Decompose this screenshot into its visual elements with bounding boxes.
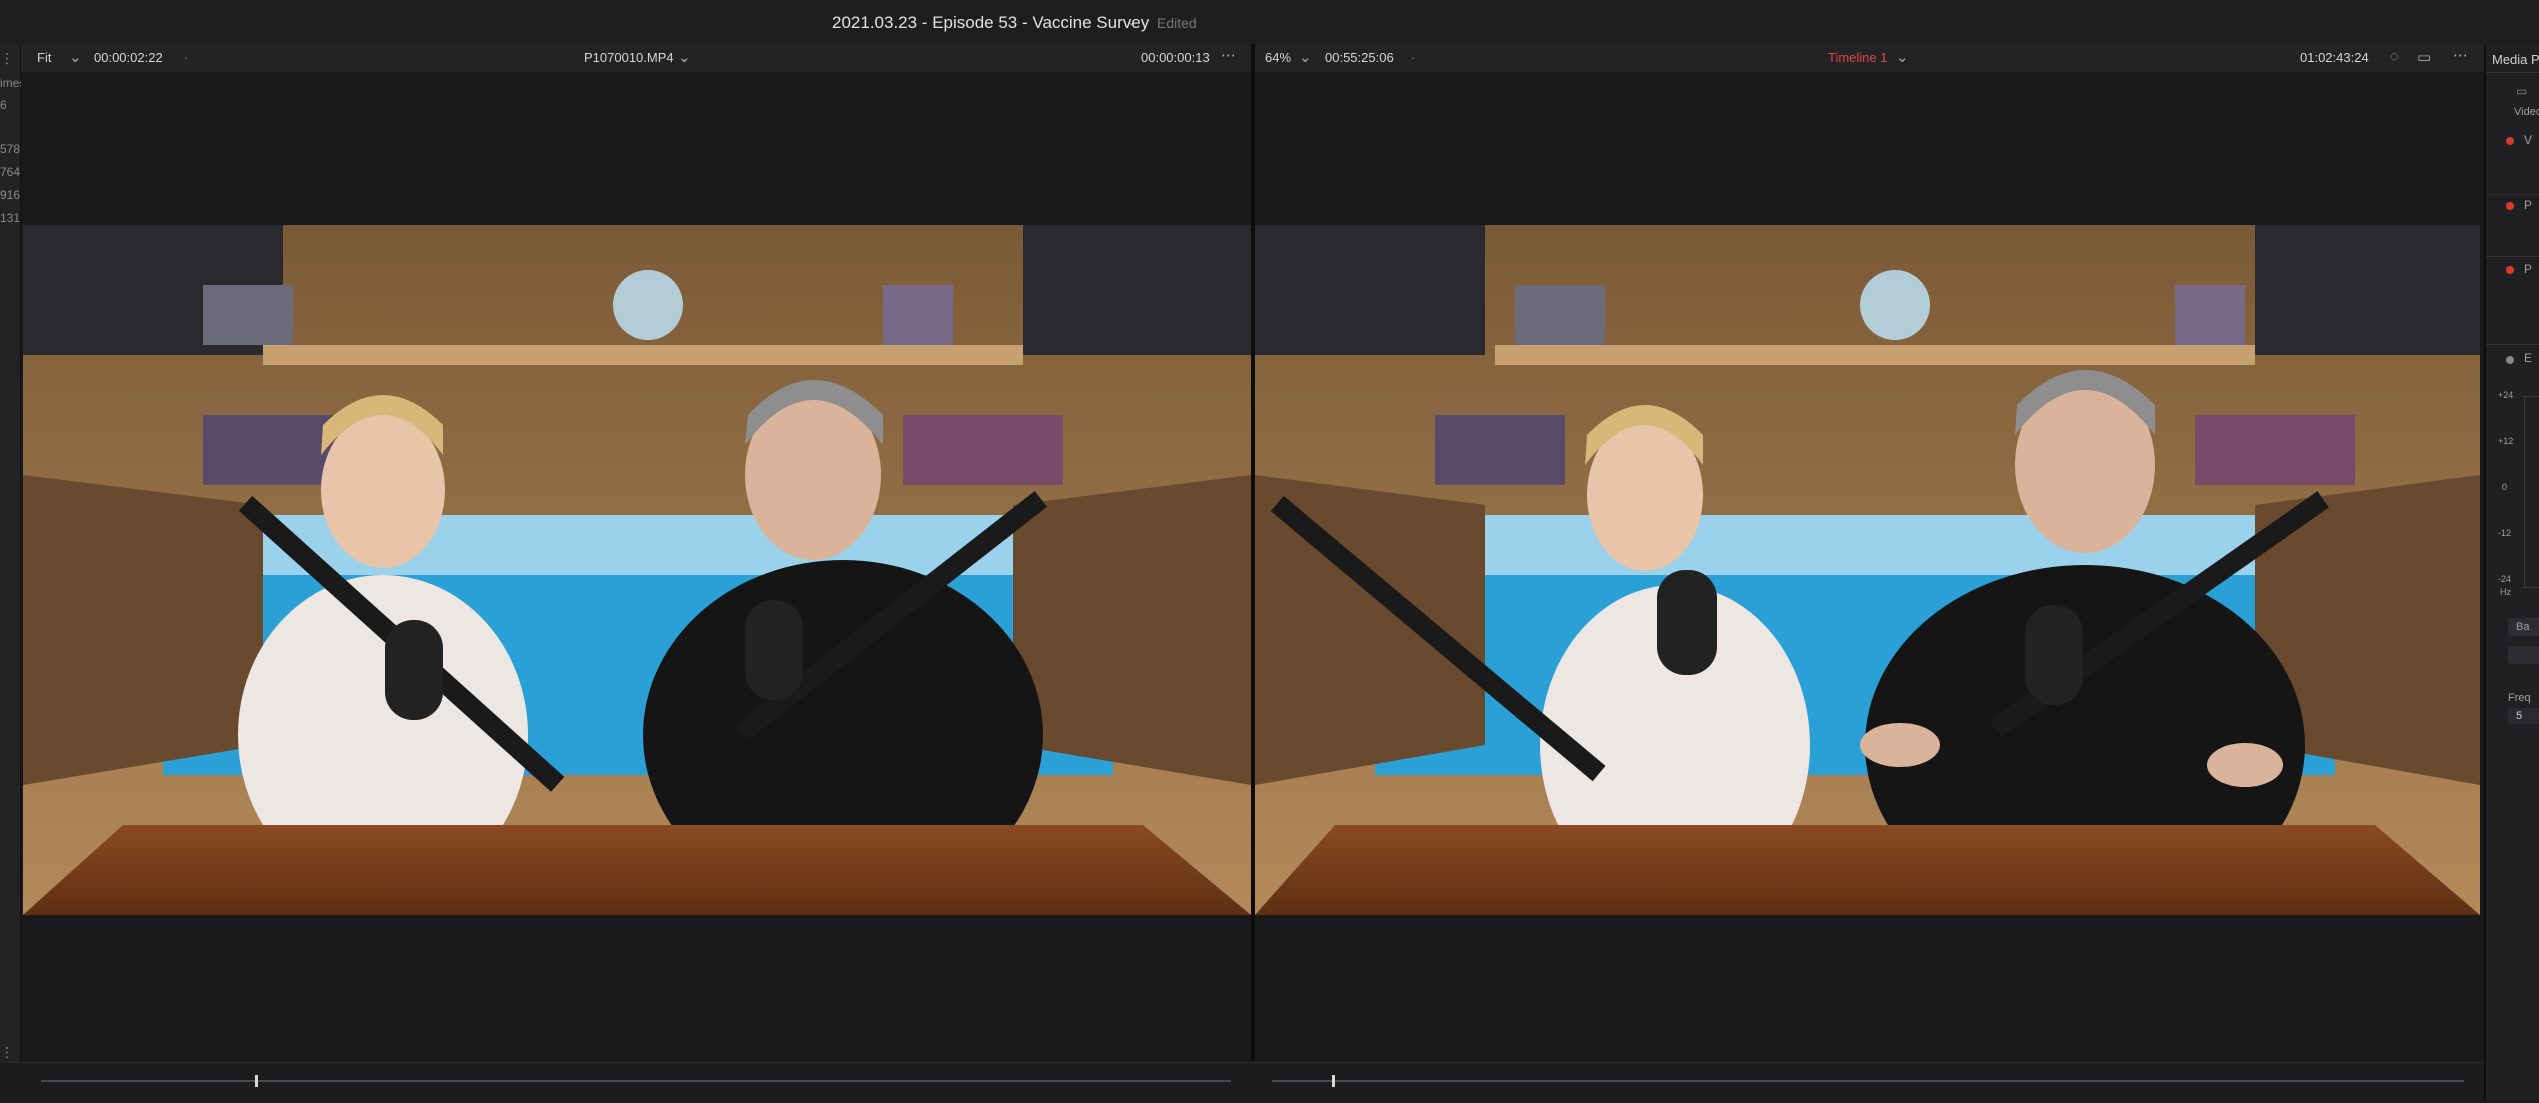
list-item: 916 [0, 188, 21, 202]
track-label: V [2524, 133, 2533, 147]
panel-icon[interactable]: ▭ [2516, 84, 2527, 98]
more-icon[interactable]: ⋮ [0, 50, 14, 67]
list-item: 764 [0, 165, 21, 179]
scrub-band [0, 1062, 2484, 1103]
color-wheel-icon[interactable]: ◌ [2390, 48, 2399, 65]
track-enable-dot[interactable] [2506, 202, 2514, 210]
band-select[interactable] [2508, 646, 2539, 664]
podcast-scene-image [1255, 225, 2480, 915]
project-title[interactable]: 2021.03.23 - Episode 53 - Vaccine Survey [832, 13, 1149, 33]
eq-label: E [2524, 351, 2533, 365]
chevron-down-icon[interactable]: ⌄ [1896, 48, 1909, 66]
chevron-down-icon[interactable]: ⌄ [678, 48, 691, 66]
timeline-video-frame[interactable] [1255, 225, 2480, 915]
source-video-frame[interactable] [23, 225, 1251, 915]
edited-status: Edited [1157, 15, 1197, 31]
band-button[interactable]: Ba [2508, 618, 2539, 636]
eq-enable-dot[interactable] [2506, 356, 2514, 364]
list-item: 6 [0, 98, 7, 112]
source-viewer[interactable] [21, 72, 1251, 1062]
more-options-icon[interactable]: ⋯ [2453, 46, 2468, 64]
db-tick: +12 [2498, 436, 2514, 446]
list-item: 578 [0, 142, 21, 156]
db-tick: -12 [2498, 528, 2512, 538]
freq-label: Freq [2508, 692, 2531, 704]
source-playhead[interactable] [255, 1075, 259, 1087]
panel-title[interactable]: Media P [2492, 52, 2539, 67]
chevron-down-icon[interactable]: ⌄ [1127, 14, 1138, 30]
source-viewer-toolbar: Fit ⌄ 00:00:02:22 · P1070010.MP4 ⌄ 00:00… [21, 44, 1251, 73]
video-tab-label[interactable]: Video [2514, 106, 2539, 118]
freq-input[interactable]: 5 [2508, 708, 2539, 724]
timeline-scrub-bar[interactable] [1272, 1080, 2464, 1082]
source-timecode-left: 00:00:02:22 [94, 50, 163, 65]
source-timecode-right: 00:00:00:13 [1141, 50, 1210, 65]
track-label: P [2524, 262, 2533, 276]
source-zoom-select[interactable]: Fit [37, 50, 51, 65]
more-options-icon[interactable]: ⋯ [1221, 46, 1236, 64]
more-icon[interactable]: ⋮ [0, 1044, 14, 1061]
chevron-down-icon[interactable]: ⌄ [1299, 48, 1312, 66]
left-media-column: ⋮ imes 6 578 764 916 131 ⋮ [0, 44, 25, 1102]
timeline-name[interactable]: Timeline 1 [1828, 50, 1887, 65]
db-tick: +24 [2498, 390, 2514, 400]
eq-graph[interactable] [2524, 396, 2539, 588]
viewer-divider[interactable] [1251, 44, 1255, 1102]
timeline-zoom-select[interactable]: 64% [1265, 50, 1291, 65]
timeline-playhead[interactable] [1331, 1075, 1335, 1087]
db-tick: -24 [2498, 574, 2512, 584]
podcast-scene-image [23, 225, 1251, 915]
timeline-viewer[interactable] [1255, 72, 2484, 1062]
separator-dot: · [184, 50, 189, 65]
title-bar: 2021.03.23 - Episode 53 - Vaccine Survey… [0, 0, 2539, 45]
track-label: P [2524, 198, 2533, 212]
track-enable-dot[interactable] [2506, 137, 2514, 145]
separator-dot: · [1411, 50, 1416, 65]
hz-label: Hz [2500, 587, 2511, 597]
inspector-panel: Media P ▭ Video V P P E +24 +12 0 -12 -2… [2484, 44, 2539, 1102]
timeline-timecode-right: 01:02:43:24 [2300, 50, 2369, 65]
timeline-viewer-toolbar: 64% ⌄ 00:55:25:06 · Timeline 1 ⌄ 01:02:4… [1255, 44, 2484, 73]
source-clip-name[interactable]: P1070010.MP4 [584, 50, 674, 65]
timeline-timecode-left: 00:55:25:06 [1325, 50, 1394, 65]
viewer-mode-icon[interactable]: ▭ [2417, 48, 2431, 66]
db-tick: 0 [2502, 482, 2508, 492]
list-item: 131 [0, 211, 21, 225]
source-scrub-bar[interactable] [41, 1080, 1231, 1082]
track-enable-dot[interactable] [2506, 266, 2514, 274]
chevron-down-icon[interactable]: ⌄ [69, 48, 82, 66]
